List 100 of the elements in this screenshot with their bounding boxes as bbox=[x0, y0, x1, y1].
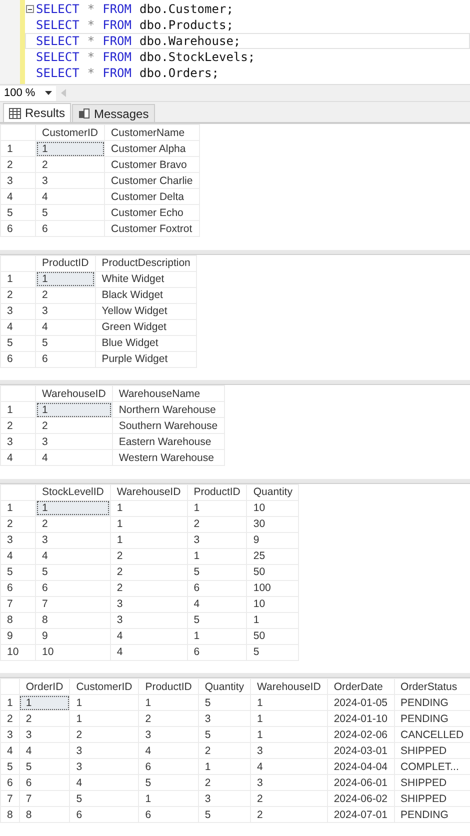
code-line: SELECT * FROM dbo.StockLevels; bbox=[35, 49, 256, 65]
table-cell: Purple Widget bbox=[95, 351, 197, 368]
table-cell: 2 bbox=[36, 516, 110, 532]
row-number: 6 bbox=[0, 580, 36, 596]
table-cell: 2 bbox=[138, 710, 198, 727]
table-cell: 2 bbox=[110, 580, 188, 596]
table-cell: Green Widget bbox=[95, 319, 197, 336]
table-cell: 1 bbox=[187, 548, 247, 564]
code-line: SELECT * FROM dbo.Orders; bbox=[35, 65, 220, 81]
row-number: 6 bbox=[0, 774, 20, 791]
table-cell: 1 bbox=[246, 612, 299, 628]
row-number: 4 bbox=[0, 188, 36, 204]
row-number: 6 bbox=[0, 351, 36, 368]
table-cell: 4 bbox=[36, 319, 96, 336]
table-cell: 1 bbox=[110, 500, 188, 516]
table-cell: 3 bbox=[70, 742, 139, 759]
column-header[interactable]: OrderDate bbox=[327, 678, 394, 695]
table-cell: Customer Delta bbox=[104, 188, 200, 204]
row-number: 3 bbox=[0, 303, 36, 320]
table-cell: Customer Bravo bbox=[104, 156, 200, 172]
row-number: 8 bbox=[0, 806, 20, 823]
table-cell: 50 bbox=[246, 564, 299, 580]
table-cell: 1 bbox=[250, 710, 328, 727]
column-header[interactable]: ProductID bbox=[138, 678, 198, 695]
table-cell: 2 bbox=[70, 726, 139, 743]
table-cell: 7 bbox=[19, 790, 70, 807]
column-header[interactable]: OrderStatus bbox=[394, 678, 470, 695]
table-cell: 3 bbox=[19, 726, 70, 743]
table-cell: 3 bbox=[36, 172, 105, 188]
table-cell: 4 bbox=[19, 742, 70, 759]
table-cell: 2 bbox=[187, 516, 247, 532]
table-cell: 6 bbox=[36, 351, 96, 368]
row-number: 7 bbox=[0, 596, 36, 612]
column-header[interactable]: ProductID bbox=[187, 484, 247, 500]
table-cell: 1 bbox=[198, 758, 250, 775]
table-cell: Yellow Widget bbox=[95, 303, 197, 320]
column-header[interactable]: ProductDescription bbox=[95, 255, 197, 272]
table-cell: 6 bbox=[36, 220, 105, 236]
results-tab[interactable]: Results bbox=[3, 103, 72, 122]
row-number: 2 bbox=[0, 156, 36, 172]
column-header[interactable]: Quantity bbox=[198, 678, 250, 695]
table-cell: Blue Widget bbox=[95, 335, 197, 352]
table-cell: 3 bbox=[250, 742, 328, 759]
table-cell: 1 bbox=[70, 710, 139, 727]
table-cell: 1 bbox=[250, 694, 328, 711]
row-number: 3 bbox=[0, 434, 36, 450]
column-header[interactable]: CustomerID bbox=[70, 678, 139, 695]
column-header[interactable]: WarehouseName bbox=[112, 386, 224, 402]
row-number: 6 bbox=[0, 220, 36, 236]
table-cell: 5 bbox=[246, 644, 299, 660]
code-line: SELECT * FROM dbo.Customer; bbox=[25, 1, 470, 17]
table-cell: 1 bbox=[138, 790, 198, 807]
column-header[interactable]: ProductID bbox=[36, 255, 96, 272]
table-cell: Customer Echo bbox=[104, 204, 200, 220]
row-number: 4 bbox=[0, 319, 36, 336]
row-number: 9 bbox=[0, 628, 36, 644]
table-cell: 5 bbox=[198, 726, 250, 743]
row-number: 8 bbox=[0, 612, 36, 628]
row-number: 5 bbox=[0, 564, 36, 580]
zoom-dropdown[interactable]: 100 % bbox=[0, 86, 56, 100]
table-cell: 6 bbox=[138, 806, 198, 823]
table-cell: 1 bbox=[36, 402, 112, 418]
table-cell: 5 bbox=[70, 790, 139, 807]
table-cell: 2024-01-05 bbox=[327, 694, 394, 711]
column-header[interactable]: WarehouseID bbox=[36, 386, 112, 402]
column-header[interactable]: WarehouseID bbox=[110, 484, 188, 500]
table-cell: 3 bbox=[36, 532, 110, 548]
table-cell: 6 bbox=[138, 758, 198, 775]
table-cell: 30 bbox=[246, 516, 299, 532]
column-header[interactable]: Quantity bbox=[246, 484, 299, 500]
table-cell: 1 bbox=[36, 271, 96, 288]
table-cell: Customer Foxtrot bbox=[104, 220, 200, 236]
results-tab[interactable]: Messages bbox=[72, 104, 155, 122]
table-cell: 8 bbox=[19, 806, 70, 823]
table-cell: 5 bbox=[187, 564, 247, 580]
row-number: 2 bbox=[0, 418, 36, 434]
table-cell: Southern Warehouse bbox=[112, 418, 224, 434]
table-cell: 25 bbox=[246, 548, 299, 564]
row-number: 4 bbox=[0, 548, 36, 564]
row-number: 5 bbox=[0, 204, 36, 220]
table-cell: 2 bbox=[36, 287, 96, 304]
row-number: 1 bbox=[0, 694, 20, 711]
column-header[interactable]: CustomerName bbox=[104, 124, 200, 140]
table-cell: 1 bbox=[187, 500, 247, 516]
column-header[interactable]: StockLevelID bbox=[36, 484, 110, 500]
column-header[interactable]: CustomerID bbox=[36, 124, 105, 140]
row-number: 4 bbox=[0, 450, 36, 466]
table-cell: 4 bbox=[36, 450, 112, 466]
table-cell: 7 bbox=[36, 596, 110, 612]
table-cell: Customer Charlie bbox=[104, 172, 200, 188]
table-cell: 2024-04-04 bbox=[327, 758, 394, 775]
table-cell: 4 bbox=[70, 774, 139, 791]
table-cell: 3 bbox=[110, 612, 188, 628]
table-cell: 2024-03-01 bbox=[327, 742, 394, 759]
row-number: 7 bbox=[0, 790, 20, 807]
column-header[interactable]: WarehouseID bbox=[250, 678, 328, 695]
collapse-icon[interactable] bbox=[26, 5, 34, 13]
table-cell: 6 bbox=[19, 774, 70, 791]
caret-icon[interactable] bbox=[45, 91, 52, 95]
table-cell: 2024-01-10 bbox=[327, 710, 394, 727]
